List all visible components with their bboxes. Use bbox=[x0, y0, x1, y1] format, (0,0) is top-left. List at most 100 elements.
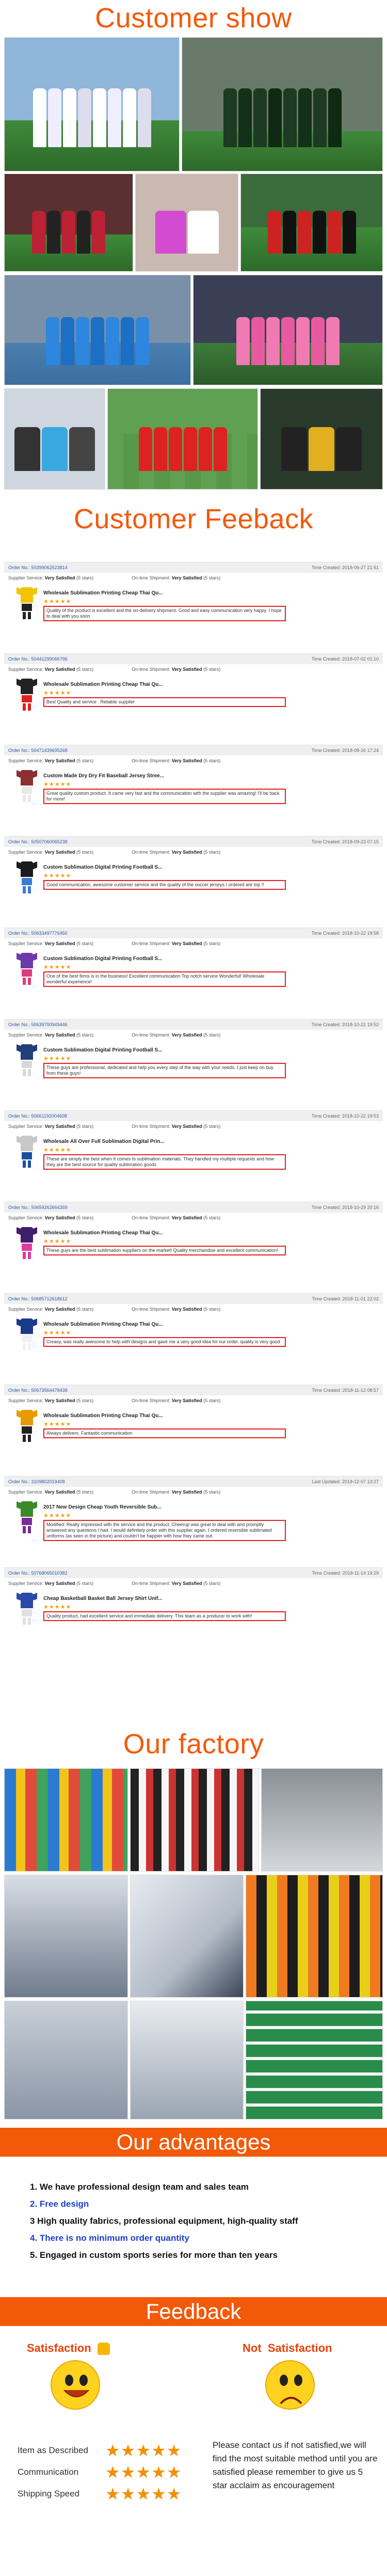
order-number[interactable]: Order No.: 50768065010382 bbox=[8, 1570, 68, 1576]
supplier-service-label: Supplier Service: bbox=[8, 1215, 44, 1220]
shipment-value: Very Satisfied bbox=[171, 1581, 202, 1586]
order-time: Time Created: 2018-11-01 22:02 bbox=[312, 1296, 379, 1301]
order-number[interactable]: Order No.: 50661192004608 bbox=[8, 1113, 67, 1119]
order-number[interactable]: Order No.: 50639700949446 bbox=[8, 1022, 68, 1027]
shipment-value: Very Satisfied bbox=[171, 1398, 202, 1403]
customer-show-title: Customer show bbox=[95, 3, 292, 34]
product-title-link[interactable]: Custom Sublimation Digital Printing Foot… bbox=[43, 956, 286, 962]
shipment-stars: (5 stars) bbox=[203, 575, 221, 580]
advantages-title: Our advantages bbox=[116, 2130, 271, 2154]
feedback-order-row: Order No.: 50673564478438 Time Created: … bbox=[4, 1385, 383, 1395]
product-title-link[interactable]: Custom Sublimation Digital Printing Foot… bbox=[43, 1047, 286, 1053]
product-title-link[interactable]: Custom Made Dry Dry Fit Baseball Jersey … bbox=[43, 773, 286, 779]
rating-row: Item as Described ★★★★★ bbox=[18, 2440, 182, 2461]
customer-feedback-title: Customer Feeback bbox=[73, 504, 314, 535]
shipment-stars: (5 stars) bbox=[203, 1032, 221, 1038]
feedback-comment: Creasy, was really awesome to help with … bbox=[43, 1337, 286, 1347]
feedback-order-row: Order No.: 50768065010382 Time Created: … bbox=[4, 1568, 383, 1578]
star-rating: ★★★★★ bbox=[43, 1330, 72, 1336]
shipment-label: On-time Shipment: bbox=[132, 941, 171, 946]
shipment-label: On-time Shipment: bbox=[132, 667, 171, 672]
advantage-item: 5. Engaged in custom sports series for m… bbox=[30, 2250, 278, 2260]
feedback-item: Order No.: 50768065010382 Time Created: … bbox=[4, 1567, 383, 1659]
factory-photo-3 bbox=[261, 1768, 383, 1872]
feedback-item: Order No.: 50399062523814 Time Created: … bbox=[4, 562, 383, 653]
order-number[interactable]: Order No.: 50507060065238 bbox=[8, 839, 68, 844]
supplier-service-stars: (5 stars) bbox=[76, 1124, 94, 1129]
supplier-service-value: Very Satisfied bbox=[44, 575, 75, 580]
supplier-service-label: Supplier Service: bbox=[8, 1032, 44, 1038]
rating-row: Communication ★★★★★ bbox=[18, 2461, 182, 2483]
rating-stars: ★★★★★ bbox=[105, 2441, 182, 2460]
product-title-link[interactable]: Wholesale Sublimation Printing Cheap Tha… bbox=[43, 590, 286, 596]
happy-face-icon bbox=[51, 2360, 100, 2410]
shipment-stars: (5 stars) bbox=[203, 1489, 221, 1495]
feedback-order-row: Order No.: 50633497776450 Time Created: … bbox=[4, 928, 383, 938]
supplier-service-value: Very Satisfied bbox=[44, 1032, 75, 1038]
feedback-item: Order No.: 50685712618612 Time Created: … bbox=[4, 1293, 383, 1385]
product-thumbnail[interactable] bbox=[15, 1591, 38, 1627]
shipment-label: On-time Shipment: bbox=[132, 1215, 171, 1220]
factory-photo-4 bbox=[4, 1875, 128, 1998]
product-thumbnail[interactable] bbox=[15, 1499, 38, 1535]
product-thumbnail[interactable] bbox=[15, 1225, 38, 1261]
star-rating: ★★★★★ bbox=[43, 690, 72, 696]
product-title-link[interactable]: Wholesale All Over Full Sublimation Digi… bbox=[43, 1139, 286, 1144]
feedback-ratings-row: Supplier Service: Very Satisfied (5 star… bbox=[4, 1578, 383, 1589]
order-time: Time Created: 2018-10-22 19:58 bbox=[311, 931, 379, 936]
customer-photo-7 bbox=[193, 275, 383, 385]
shipment-stars: (5 stars) bbox=[203, 1581, 221, 1586]
factory-photo-9 bbox=[246, 2001, 383, 2119]
shipment-label: On-time Shipment: bbox=[132, 1581, 171, 1586]
customer-photo-2 bbox=[182, 37, 383, 171]
order-number[interactable]: Order No.: 3109802019408 bbox=[8, 1479, 65, 1484]
order-number[interactable]: Order No.: 50633497776450 bbox=[8, 931, 68, 936]
customer-feedback-header: Customer Feeback bbox=[0, 501, 387, 537]
product-title-link[interactable]: Wholesale Sublimation Printing Cheap Tha… bbox=[43, 1322, 286, 1327]
order-number[interactable]: Order No.: 50399062523814 bbox=[8, 565, 68, 570]
order-number[interactable]: Order No.: 50673564478438 bbox=[8, 1388, 68, 1393]
feedback-comment: Great quality custom product. It came ve… bbox=[43, 789, 286, 804]
product-thumbnail[interactable] bbox=[15, 1134, 38, 1170]
order-time: Time Created: 2018-06-27 21:51 bbox=[311, 565, 379, 570]
star-rating: ★★★★★ bbox=[43, 964, 72, 970]
rating-stars: ★★★★★ bbox=[105, 2463, 182, 2481]
product-thumbnail[interactable] bbox=[15, 1316, 38, 1353]
feedback-order-row: Order No.: 50639700949446 Time Created: … bbox=[4, 1019, 383, 1030]
product-title-link[interactable]: Wholesale Sublimation Printing Cheap Tha… bbox=[43, 1413, 286, 1419]
supplier-service-value: Very Satisfied bbox=[44, 1581, 75, 1586]
factory-photo-1 bbox=[4, 1768, 128, 1872]
star-rating: ★★★★★ bbox=[43, 1421, 72, 1427]
factory-photo-8 bbox=[130, 2001, 244, 2119]
order-time: Time Created: 2018-10-29 20:16 bbox=[311, 1205, 379, 1210]
order-number[interactable]: Order No.: 50659262664359 bbox=[8, 1205, 68, 1210]
product-thumbnail[interactable] bbox=[15, 677, 38, 713]
feedback-ratings-row: Supplier Service: Very Satisfied (5 star… bbox=[4, 756, 383, 766]
shipment-label: On-time Shipment: bbox=[132, 575, 171, 580]
product-thumbnail[interactable] bbox=[15, 1408, 38, 1444]
order-number[interactable]: Order No.: 50441299066796 bbox=[8, 656, 68, 662]
shipment-value: Very Satisfied bbox=[171, 850, 202, 855]
shipment-value: Very Satisfied bbox=[171, 1124, 202, 1129]
product-title-link[interactable]: Custom Sublimation Digital Printing Foot… bbox=[43, 865, 286, 870]
product-thumbnail[interactable] bbox=[15, 768, 38, 804]
shipment-value: Very Satisfied bbox=[171, 941, 202, 946]
advantage-item: 2. Free design bbox=[30, 2199, 89, 2209]
product-title-link[interactable]: Wholesale Sublimation Printing Cheap Tha… bbox=[43, 1230, 286, 1236]
product-title-link[interactable]: Cheap Basketball Basket Ball Jersey Shir… bbox=[43, 1596, 286, 1601]
product-thumbnail[interactable] bbox=[15, 585, 38, 621]
feedback-ratings-row: Supplier Service: Very Satisfied (5 star… bbox=[4, 1030, 383, 1040]
shipment-label: On-time Shipment: bbox=[132, 758, 171, 763]
product-title-link[interactable]: Wholesale Sublimation Printing Cheap Tha… bbox=[43, 682, 286, 687]
customer-show-header: Customer show bbox=[0, 0, 387, 36]
supplier-service-stars: (5 stars) bbox=[76, 1398, 94, 1403]
shipment-value: Very Satisfied bbox=[171, 1489, 202, 1495]
product-thumbnail[interactable] bbox=[15, 1042, 38, 1078]
customer-photo-4 bbox=[135, 174, 238, 272]
product-thumbnail[interactable] bbox=[15, 951, 38, 987]
feedback-order-row: Order No.: 50507060065238 Time Created: … bbox=[4, 837, 383, 847]
product-thumbnail[interactable] bbox=[15, 859, 38, 896]
order-number[interactable]: Order No.: 50471439695268 bbox=[8, 748, 68, 753]
order-number[interactable]: Order No.: 50685712618612 bbox=[8, 1296, 68, 1301]
product-title-link[interactable]: 2017 New Design Cheap Youth Reversible S… bbox=[43, 1504, 286, 1510]
